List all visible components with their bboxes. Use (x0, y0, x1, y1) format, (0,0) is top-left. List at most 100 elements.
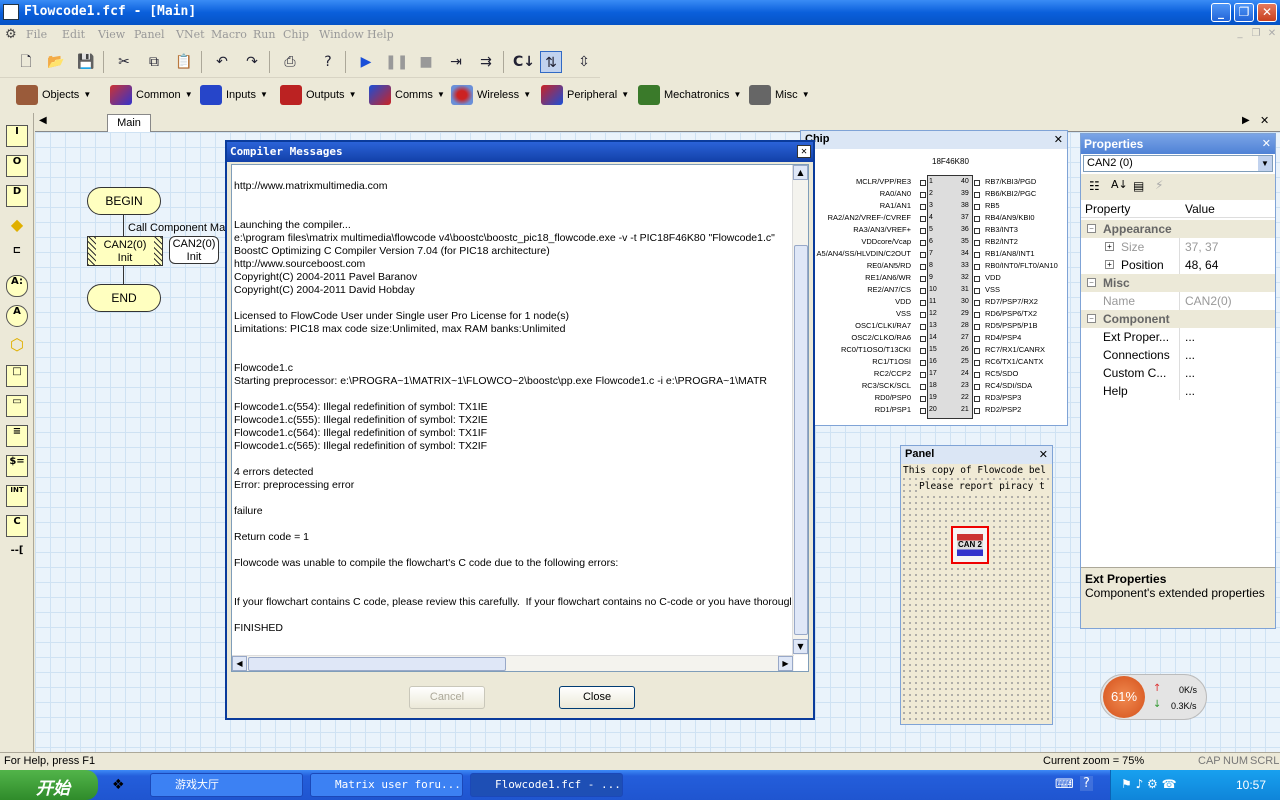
maximize-button[interactable]: ❐ (1234, 3, 1254, 22)
mdi-close-button[interactable]: ✕ (1265, 28, 1279, 40)
property-row[interactable]: Custom C...... (1081, 364, 1275, 382)
chip-pin-right[interactable] (974, 204, 980, 210)
quicklaunch-icon[interactable]: ❖ (112, 777, 125, 793)
keyboard-icon[interactable]: ⌨ (1055, 777, 1074, 792)
chip-pin-left[interactable] (920, 300, 926, 306)
category-peripheral[interactable]: Peripheral ▼ (541, 84, 629, 106)
chip-pin-left[interactable] (920, 336, 926, 342)
close-button[interactable]: ✕ (1257, 3, 1277, 22)
mdi-restore-button[interactable]: ❐ (1249, 28, 1263, 40)
chip-pin-left[interactable] (920, 324, 926, 330)
chip-pin-left[interactable] (920, 216, 926, 222)
connection-point-icon[interactable]: A: (6, 275, 28, 297)
decision-icon[interactable]: ◆ (6, 215, 28, 237)
category-outputs[interactable]: Outputs ▼ (280, 84, 357, 106)
properties-close-icon[interactable]: ✕ (1262, 137, 1271, 150)
alphabetical-icon[interactable]: A↓ (1111, 178, 1128, 191)
chip-pin-left[interactable] (920, 396, 926, 402)
tab-main[interactable]: Main (107, 114, 151, 132)
call-macro-icon[interactable]: ▭ (6, 395, 28, 417)
collapse-icon[interactable]: − (1087, 278, 1096, 287)
close-dialog-button[interactable]: Close (559, 686, 635, 709)
scroll-down-icon[interactable]: ▼ (793, 639, 808, 654)
menu-file[interactable]: File (26, 28, 47, 41)
stop-icon[interactable]: ■ (415, 51, 437, 73)
calculation-icon[interactable]: ≡ (6, 425, 28, 447)
menu-edit[interactable]: Edit (62, 28, 85, 41)
tray-icons[interactable]: ⚑ ♪ ⚙ ☎ (1121, 777, 1177, 791)
chip-pin-left[interactable] (920, 348, 926, 354)
chip-pin-right[interactable] (974, 324, 980, 330)
chip-pin-right[interactable] (974, 180, 980, 186)
menu-view[interactable]: View (98, 28, 125, 41)
chip-pin-left[interactable] (920, 264, 926, 270)
property-category[interactable]: − Misc (1081, 274, 1275, 292)
can2-component[interactable]: CAN 2 (951, 526, 989, 564)
comment-icon[interactable]: --[ (6, 545, 28, 567)
chip-pin-left[interactable] (920, 372, 926, 378)
vertical-scroll-thumb[interactable] (794, 245, 808, 635)
property-category[interactable]: − Appearance (1081, 220, 1275, 238)
chip-pin-left[interactable] (920, 180, 926, 186)
chip-pin-left[interactable] (920, 408, 926, 414)
chip-pin-right[interactable] (974, 336, 980, 342)
run-icon[interactable]: ▶ (355, 51, 377, 73)
chip-pin-right[interactable] (974, 300, 980, 306)
chip-pin-right[interactable] (974, 384, 980, 390)
chip-pin-right[interactable] (974, 396, 980, 402)
category-common[interactable]: Common ▼ (110, 84, 193, 106)
goto-icon[interactable]: A (6, 305, 28, 327)
menu-macro[interactable]: Macro (211, 28, 247, 41)
category-misc[interactable]: Misc ▼ (749, 84, 810, 106)
task-flowcode[interactable]: Flowcode1.fcf - ... (470, 773, 623, 797)
paste-icon[interactable]: 📋 (173, 51, 195, 73)
tab-left-arrow-icon[interactable]: ◀ (39, 115, 47, 126)
compile-hex-icon[interactable]: ⇳ (573, 51, 595, 73)
compile-c-icon[interactable]: C↓ (513, 51, 535, 73)
minimize-button[interactable]: _ (1211, 3, 1231, 22)
begin-terminal[interactable]: BEGIN (87, 187, 161, 215)
compile-chip-icon[interactable]: ⇅ (540, 51, 562, 73)
dialog-close-icon[interactable]: ✕ (797, 145, 811, 158)
loop-icon[interactable]: ⊏ (6, 245, 28, 267)
chip-pin-right[interactable] (974, 408, 980, 414)
chip-pin-right[interactable] (974, 372, 980, 378)
chip-pin-right[interactable] (974, 312, 980, 318)
chip-close-icon[interactable]: ✕ (1054, 133, 1063, 146)
chip-pin-right[interactable] (974, 240, 980, 246)
menu-help[interactable]: Help (367, 28, 394, 41)
mdi-minimize-button[interactable]: _ (1233, 28, 1247, 40)
step-into-icon[interactable]: ⇥ (445, 51, 467, 73)
chip-pin-left[interactable] (920, 276, 926, 282)
chip-pin-right[interactable] (974, 264, 980, 270)
chip-pin-left[interactable] (920, 240, 926, 246)
property-row[interactable]: + Size 37, 37 (1081, 238, 1275, 256)
chip-pin-left[interactable] (920, 288, 926, 294)
redo-icon[interactable]: ↷ (241, 51, 263, 73)
chip-pin-left[interactable] (920, 192, 926, 198)
start-button[interactable]: 开始 (0, 770, 98, 800)
chip-pin-right[interactable] (974, 348, 980, 354)
chip-pin-right[interactable] (974, 228, 980, 234)
delay-icon[interactable]: D (6, 185, 28, 207)
component-macro-block[interactable]: CAN2(0) Init (87, 236, 163, 266)
category-inputs[interactable]: Inputs ▼ (200, 84, 268, 106)
save-icon[interactable]: 💾 (75, 51, 97, 73)
chip-pin-right[interactable] (974, 192, 980, 198)
new-file-icon[interactable]: 🗋 (15, 51, 37, 73)
property-category[interactable]: − Component (1081, 310, 1275, 328)
menu-run[interactable]: Run (253, 28, 275, 41)
string-icon[interactable]: $= (6, 455, 28, 477)
panel-close-icon[interactable]: ✕ (1039, 448, 1048, 461)
output-icon[interactable]: O (6, 155, 28, 177)
macro-icon[interactable]: ⬡ (6, 335, 28, 357)
cut-icon[interactable]: ✂ (113, 51, 135, 73)
menu-window[interactable]: Window (319, 28, 364, 41)
chip-pin-left[interactable] (920, 312, 926, 318)
expand-icon[interactable]: + (1105, 260, 1114, 269)
component-macro-icon[interactable]: □ (6, 365, 28, 387)
tab-right-arrow-icon[interactable]: ▶ (1242, 115, 1250, 126)
scroll-right-icon[interactable]: ▶ (778, 656, 793, 671)
message-log[interactable]: http://www.matrixmultimedia.com Launchin… (231, 164, 809, 672)
expand-icon[interactable]: + (1105, 242, 1114, 251)
